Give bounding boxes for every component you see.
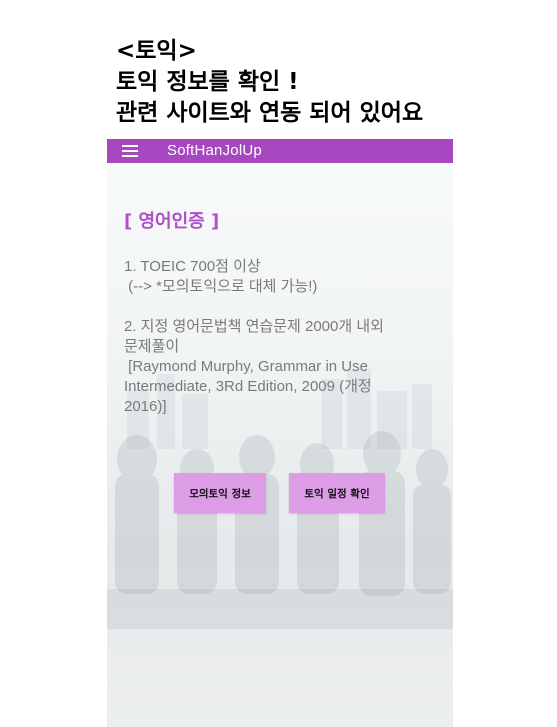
english-certification-content: [ 영어인증 ] 1. TOEIC 700점 이상 (--> *모의토익으로 대… bbox=[124, 207, 444, 417]
requirement-1-note: (--> *모의토익으로 대체 가능!) bbox=[124, 278, 318, 295]
requirement-2-line-2: 문제풀이 bbox=[124, 338, 180, 355]
app-title: SoftHanJolUp bbox=[167, 142, 262, 159]
requirement-2-book-3: 2016)] bbox=[124, 398, 167, 415]
phone-screen: SoftHanJolUp [ 영어인증 ] 1. TOEIC 700점 이상 (… bbox=[107, 139, 453, 727]
caption-line-2: 토익 정보를 확인 ! bbox=[116, 69, 299, 95]
caption-line-3: 관련 사이트와 연동 되어 있어요 bbox=[116, 100, 424, 126]
promo-caption: <토익> 토익 정보를 확인 ! 관련 사이트와 연동 되어 있어요 bbox=[116, 36, 423, 129]
mock-toeic-info-button[interactable]: 모의토익 정보 bbox=[174, 473, 266, 513]
app-bar: SoftHanJolUp bbox=[107, 139, 453, 163]
requirement-1-line: 1. TOEIC 700점 이상 bbox=[124, 258, 261, 275]
requirements-text: 1. TOEIC 700점 이상 (--> *모의토익으로 대체 가능!) 2.… bbox=[124, 257, 444, 417]
requirement-2-line: 2. 지정 영어문법책 연습문제 2000개 내외 bbox=[124, 318, 384, 335]
requirement-2-book: [Raymond Murphy, Grammar in Use bbox=[124, 358, 368, 375]
toeic-schedule-button[interactable]: 토익 일정 확인 bbox=[289, 473, 385, 513]
hamburger-menu-icon[interactable] bbox=[122, 144, 138, 158]
section-title: [ 영어인증 ] bbox=[124, 211, 220, 232]
requirement-2-book-2: Intermediate, 3Rd Edition, 2009 (개정 bbox=[124, 378, 372, 395]
caption-line-1: <토익> bbox=[116, 38, 197, 64]
